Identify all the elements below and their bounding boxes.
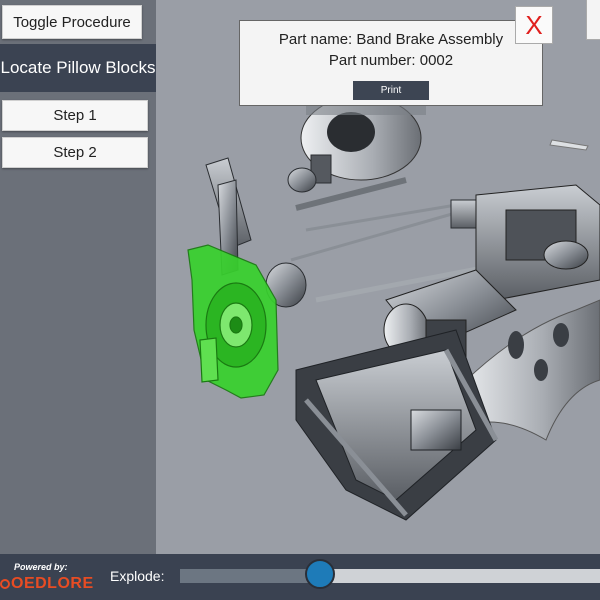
- base-frame-part[interactable]: [295, 329, 499, 521]
- explode-slider-handle[interactable]: [305, 559, 335, 589]
- print-button[interactable]: Print: [353, 81, 429, 100]
- close-icon: X: [525, 9, 543, 40]
- gearbox-part[interactable]: [475, 184, 600, 301]
- footer-bar: Powered by: OEDLORE Explode:: [0, 554, 600, 600]
- step-2-button[interactable]: Step 2: [2, 137, 148, 168]
- toggle-procedure-button[interactable]: Toggle Procedure: [2, 5, 142, 39]
- panel-edge-fragment: [586, 0, 600, 40]
- explode-slider-fill: [180, 569, 320, 583]
- band-brake-assembly-highlight[interactable]: [187, 244, 279, 399]
- close-button[interactable]: X: [515, 6, 553, 44]
- brand-text: OEDLORE: [11, 575, 94, 592]
- part-number-text: Part number: 0002: [328, 52, 454, 69]
- powered-by-text: Powered by:: [14, 562, 68, 572]
- explode-slider-track[interactable]: [180, 569, 600, 583]
- step-1-button[interactable]: Step 1: [2, 100, 148, 131]
- cover-plate-part[interactable]: [549, 139, 589, 151]
- explode-label: Explode:: [110, 568, 165, 584]
- procedure-title: Locate Pillow Blocks: [0, 44, 156, 92]
- part-info-panel: Part name: Band Brake Assembly Part numb…: [239, 20, 543, 106]
- brand-logo: OEDLORE: [0, 575, 94, 593]
- part-name-text: Part name: Band Brake Assembly: [278, 31, 504, 48]
